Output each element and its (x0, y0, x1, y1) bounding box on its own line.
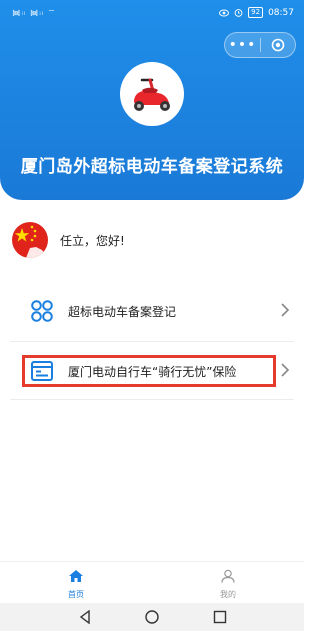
china-flag-avatar-icon (12, 222, 48, 258)
home-circle-icon[interactable] (145, 610, 159, 624)
menu-item-label: 超标电动车备案登记 (68, 304, 177, 319)
app-logo (120, 62, 184, 126)
more-menu-button[interactable]: ••• (225, 32, 260, 58)
highlight-box (22, 355, 276, 387)
divider (10, 399, 294, 400)
grid-circles-icon (31, 300, 53, 322)
eye-icon (219, 9, 230, 16)
page-title: 厦门岛外超标电动车备案登记系统 (20, 157, 284, 177)
system-nav-bar (0, 603, 304, 631)
target-close-icon (271, 38, 285, 52)
signal-indicators: ᯼ᵢₗ ᯼ᵢₗ ⌔ (12, 8, 57, 17)
close-miniprogram-button[interactable] (261, 38, 295, 52)
menu-item-registration[interactable]: 超标电动车备案登记 (10, 283, 294, 339)
chevron-right-icon (281, 303, 290, 317)
battery-level: 92 (248, 7, 264, 18)
scooter-icon (134, 78, 170, 111)
avatar[interactable] (12, 222, 48, 258)
clock: 08:57 (268, 7, 294, 18)
alarm-icon (234, 9, 243, 17)
bottom-tab-bar: 首页 我的 (0, 561, 304, 603)
tab-home[interactable]: 首页 (46, 568, 106, 600)
back-triangle-icon[interactable] (78, 610, 92, 624)
user-greeting: 任立，您好! (60, 233, 125, 248)
chevron-right-icon (281, 363, 290, 377)
tab-label: 首页 (68, 590, 84, 599)
divider (10, 341, 294, 342)
status-right: 92 08:57 (219, 7, 294, 18)
status-bar: ᯼ᵢₗ ᯼ᵢₗ ⌔ 92 08:57 (0, 0, 304, 24)
home-icon (69, 570, 83, 582)
recents-square-icon[interactable] (213, 610, 227, 624)
user-profile: 任立，您好! (12, 222, 125, 258)
user-icon (221, 569, 235, 583)
tab-mine[interactable]: 我的 (198, 568, 258, 600)
app-header: ᯼ᵢₗ ᯼ᵢₗ ⌔ 92 08:57 ••• 厦门岛外超标电动车备案登记系统 (0, 0, 304, 200)
miniprogram-capsule: ••• (224, 32, 296, 58)
tab-label: 我的 (220, 590, 236, 599)
